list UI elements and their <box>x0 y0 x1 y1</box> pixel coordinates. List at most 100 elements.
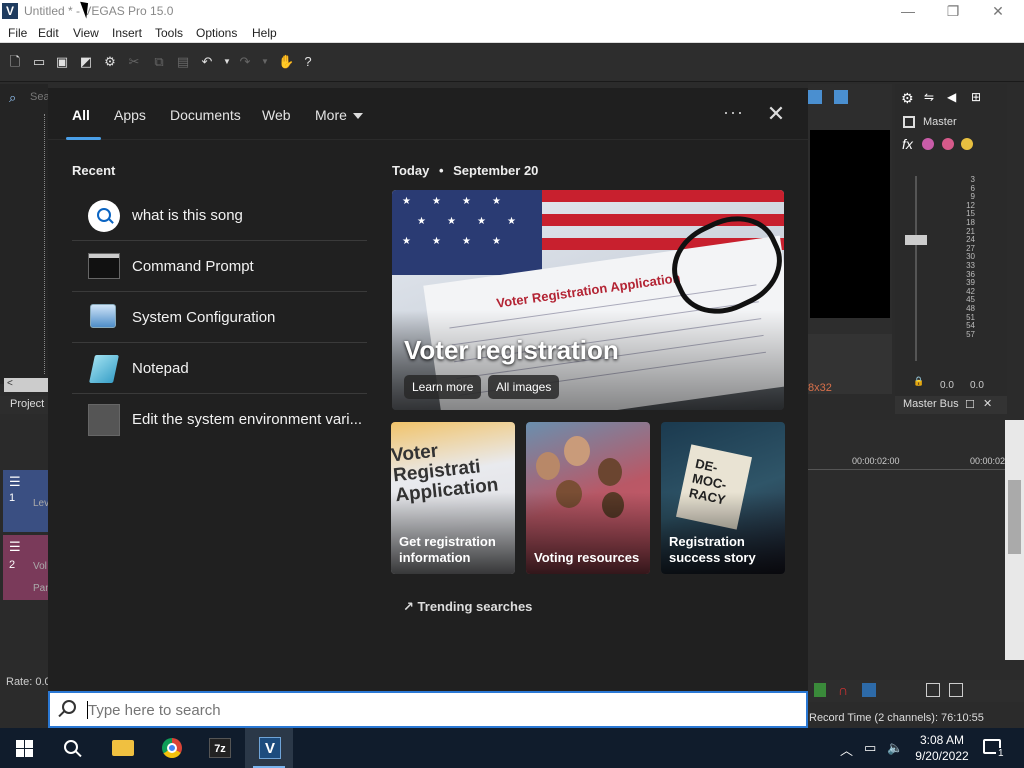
vegas-app-icon[interactable]: V <box>2 3 18 19</box>
trending-searches-link[interactable]: ↗ Trending searches <box>403 599 532 615</box>
menu-view[interactable]: View <box>73 26 99 40</box>
volume-icon[interactable]: 🔈 <box>887 740 903 756</box>
active-tab-indicator <box>66 137 101 140</box>
minimize-icon[interactable]: — <box>893 2 923 20</box>
cut-icon[interactable]: ✂ <box>127 55 141 69</box>
mixer-swap-icon[interactable]: ⇋ <box>924 90 934 104</box>
card-voting-resources[interactable]: Voting resources <box>526 422 650 574</box>
pane-search-input[interactable]: Sea <box>30 91 50 103</box>
vegas-taskbar-button[interactable]: V <box>245 728 293 768</box>
help-icon[interactable]: ? <box>301 55 315 69</box>
tab-web[interactable]: Web <box>262 107 291 123</box>
mixer-solo-icon[interactable] <box>961 138 973 150</box>
timeline-area[interactable]: 00:00:02:00 00:00:02 <box>808 420 1024 660</box>
menu-edit[interactable]: Edit <box>38 26 59 40</box>
recent-item[interactable]: what is this song <box>72 190 367 241</box>
settings-gear-icon[interactable]: ⚙ <box>103 55 117 69</box>
recent-item[interactable]: Command Prompt <box>72 241 367 292</box>
menu-help[interactable]: Help <box>252 26 277 40</box>
star-icon: ★ <box>432 236 441 247</box>
new-file-icon[interactable]: 🗋 <box>8 55 22 69</box>
lock-icon[interactable]: 🔒 <box>913 376 924 387</box>
mixer-volume-icon[interactable]: ◀ <box>947 90 956 104</box>
record-time-status: Record Time (2 channels): 76:10:55 <box>809 712 984 724</box>
menu-tools[interactable]: Tools <box>155 26 183 40</box>
scrollbar-thumb[interactable] <box>1008 480 1021 554</box>
tab-project[interactable]: Project <box>0 396 48 414</box>
ignore-grouping-icon[interactable] <box>949 683 963 697</box>
chrome-icon[interactable] <box>162 738 182 758</box>
track-header-1[interactable]: ☰ 1 Lev <box>3 470 49 532</box>
undo-dropdown-icon[interactable]: ▼ <box>220 55 234 69</box>
file-explorer-icon[interactable] <box>112 740 134 756</box>
track-menu-icon[interactable]: ☰ <box>9 539 21 555</box>
snap-icon[interactable] <box>814 683 826 697</box>
taskbar-search-box[interactable] <box>48 691 808 728</box>
tab-all[interactable]: All <box>72 107 90 123</box>
menu-file[interactable]: File <box>8 26 27 40</box>
master-checkbox[interactable] <box>903 116 915 128</box>
card-registration-success-story[interactable]: DE-MOC-RACY Registration success story <box>661 422 785 574</box>
preview-screen <box>810 130 890 318</box>
star-icon: ★ <box>417 216 426 227</box>
recent-item[interactable]: System Configuration <box>72 292 367 343</box>
more-options-icon[interactable]: ··· <box>723 102 744 123</box>
card-get-registration-information[interactable]: Voter Registrati Application Get registr… <box>391 422 515 574</box>
tab-more-label: More <box>315 107 347 123</box>
paste-icon[interactable]: ▤ <box>176 55 190 69</box>
close-icon[interactable]: ✕ <box>983 2 1013 20</box>
main-toolbar: 🗋 ▭ ▣ ◩ ⚙ ✂ ⧉ ▤ ↶ ▼ ↷ ▼ ✋ ? <box>0 44 1024 82</box>
copy-icon[interactable]: ⧉ <box>152 55 166 69</box>
fx-icon[interactable]: fx <box>902 136 913 152</box>
properties-icon[interactable]: ✋ <box>278 55 294 69</box>
undo-icon[interactable]: ↶ <box>200 55 214 69</box>
restore-icon[interactable]: ❐ <box>938 2 968 20</box>
preview-copy-icon[interactable] <box>808 90 822 104</box>
today-label: Today <box>392 163 430 178</box>
start-search-flyout: All Apps Documents Web More ··· ✕ Recent… <box>48 88 808 691</box>
photo-person <box>598 458 622 486</box>
tab-apps[interactable]: Apps <box>114 107 146 123</box>
search-input[interactable] <box>88 698 788 722</box>
network-icon[interactable]: ▭ <box>864 740 876 756</box>
master-bus-tab[interactable]: Master Bus ☐ ✕ <box>895 396 1007 414</box>
tab-documents[interactable]: Documents <box>170 107 241 123</box>
recent-item[interactable]: Notepad <box>72 343 367 394</box>
horizontal-scroll-left[interactable]: < <box>4 378 48 392</box>
start-icon[interactable] <box>16 740 33 757</box>
master-bus-maximize-icon[interactable]: ☐ <box>965 398 975 411</box>
mixer-plugin-icon[interactable] <box>922 138 934 150</box>
redo-icon[interactable]: ↷ <box>238 55 252 69</box>
mixer-settings-gear-icon[interactable]: ⚙ <box>901 90 914 107</box>
lock-envelopes-icon[interactable] <box>926 683 940 697</box>
pane-search-icon[interactable]: ⌕ <box>9 90 16 106</box>
learn-more-button[interactable]: Learn more <box>404 375 482 399</box>
master-bus-close-icon[interactable]: ✕ <box>983 397 992 410</box>
menu-options[interactable]: Options <box>196 26 237 40</box>
mixer-mute-icon[interactable] <box>942 138 954 150</box>
auto-ripple-icon[interactable] <box>862 683 876 697</box>
render-icon[interactable]: ◩ <box>79 55 93 69</box>
close-flyout-icon[interactable]: ✕ <box>764 102 788 126</box>
track-header-2[interactable]: ☰ 2 Vol Pan <box>3 535 51 600</box>
mixer-eq-icon[interactable]: ⊞ <box>971 90 981 104</box>
system-clock[interactable]: 3:08 AM 9/20/2022 <box>912 732 972 764</box>
menu-insert[interactable]: Insert <box>112 26 142 40</box>
recent-item[interactable]: Edit the system environment vari... <box>72 394 367 445</box>
tab-more[interactable]: More <box>315 107 363 123</box>
show-hidden-icons-chevron-icon[interactable]: ︿ <box>840 740 853 759</box>
timeline-vertical-scrollbar[interactable] <box>1005 420 1024 660</box>
track-menu-icon[interactable]: ☰ <box>9 474 21 490</box>
timecode-marker: 00:00:02 <box>970 456 1006 466</box>
open-folder-icon[interactable]: ▭ <box>32 55 46 69</box>
magnet-icon[interactable]: ∩ <box>838 682 848 698</box>
7zip-icon[interactable]: 7z <box>209 738 231 758</box>
redo-dropdown-icon[interactable]: ▼ <box>258 55 272 69</box>
hero-card-voter-registration[interactable]: ★ ★ ★ ★ ★ ★ ★ ★ ★ ★ ★ ★ Voter Registrati… <box>392 190 784 410</box>
all-images-button[interactable]: All images <box>488 375 560 399</box>
preview-save-icon[interactable] <box>834 90 848 104</box>
master-fader-handle[interactable] <box>905 235 927 245</box>
star-icon: ★ <box>492 196 501 207</box>
save-icon[interactable]: ▣ <box>55 55 69 69</box>
taskbar-search-icon[interactable] <box>64 740 78 754</box>
